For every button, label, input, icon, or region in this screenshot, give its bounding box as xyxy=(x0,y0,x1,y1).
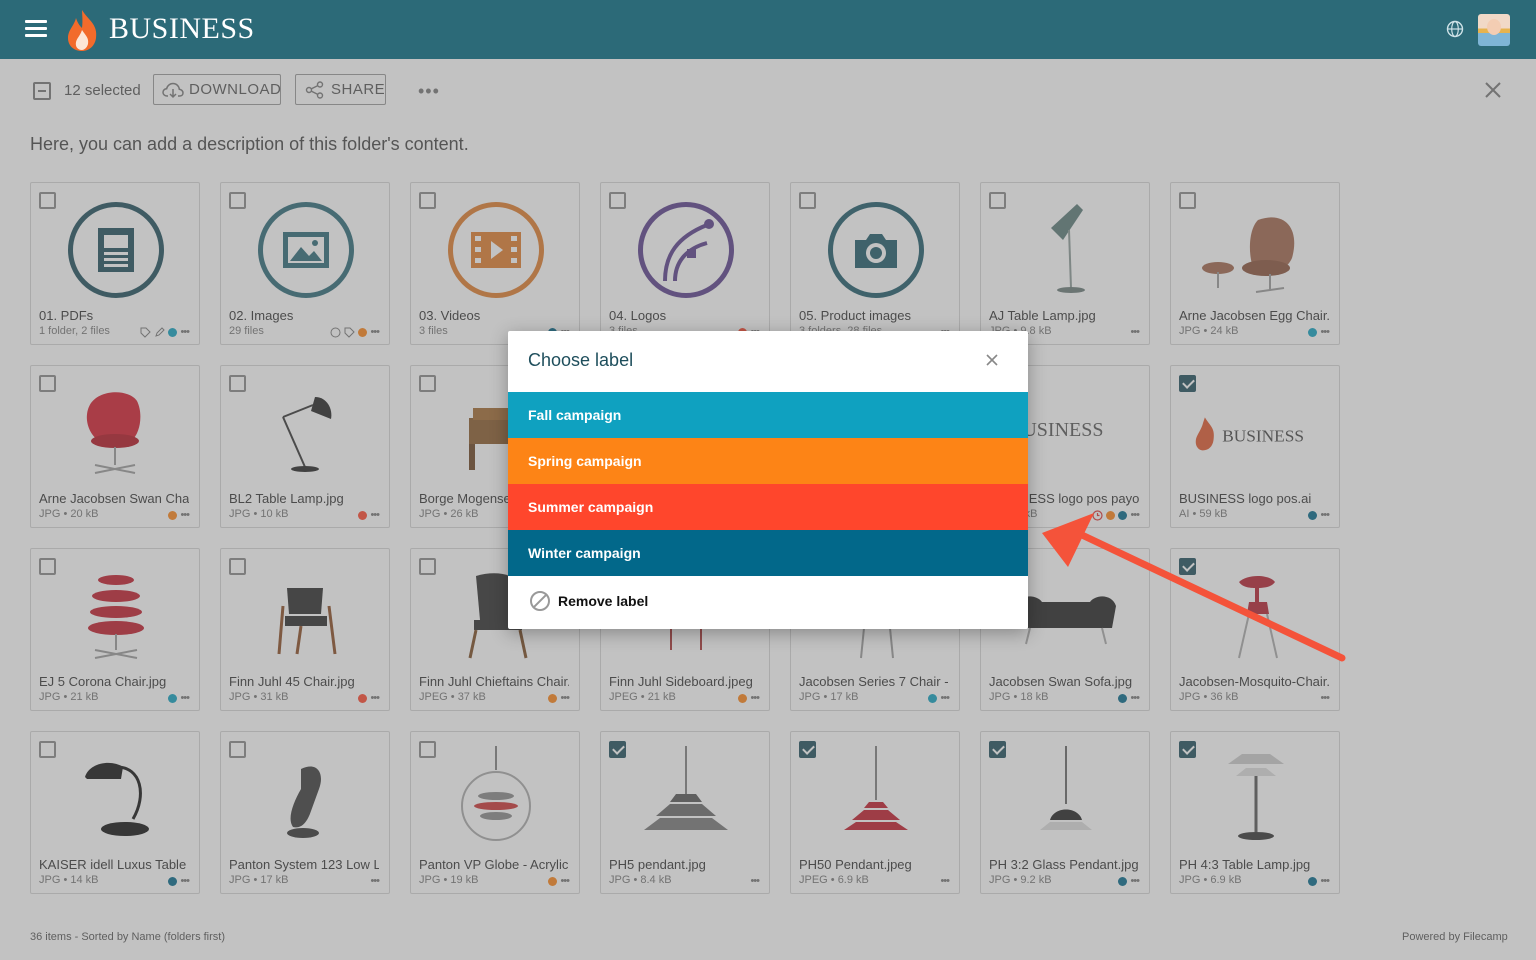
user-avatar[interactable] xyxy=(1478,14,1510,46)
label-option-fall-campaign[interactable]: Fall campaign xyxy=(508,392,1028,438)
remove-label-text: Remove label xyxy=(558,593,649,609)
annotation-arrow-icon xyxy=(1042,513,1346,662)
top-app-bar: BUSINESS xyxy=(0,0,1536,59)
flame-logo-icon xyxy=(68,10,97,51)
label-option-summer-campaign[interactable]: Summer campaign xyxy=(508,484,1028,530)
globe-icon[interactable] xyxy=(1446,20,1464,38)
remove-label-option[interactable]: Remove label xyxy=(508,578,1028,624)
brand-name: BUSINESS xyxy=(109,12,255,45)
close-dialog-icon[interactable] xyxy=(984,352,1000,368)
label-option-winter-campaign[interactable]: Winter campaign xyxy=(508,530,1028,576)
no-label-icon xyxy=(530,591,550,611)
choose-label-dialog: Choose label Fall campaign Spring campai… xyxy=(508,331,1028,629)
menu-icon[interactable] xyxy=(25,20,47,38)
label-option-spring-campaign[interactable]: Spring campaign xyxy=(508,438,1028,484)
dialog-title: Choose label xyxy=(528,350,634,370)
